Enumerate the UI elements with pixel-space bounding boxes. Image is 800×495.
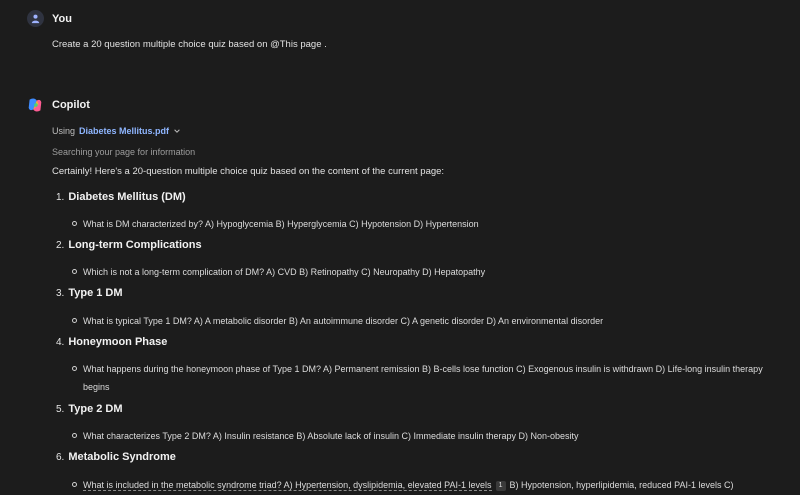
section-number: 3. <box>56 288 65 299</box>
question-text: What is typical Type 1 DM? A) A metaboli… <box>83 316 604 326</box>
question-text: Which is not a long-term complication of… <box>83 267 486 277</box>
section-number: 5. <box>56 404 65 415</box>
question-text: What is included in the metabolic syndro… <box>83 476 764 494</box>
citation-badge[interactable]: 1 <box>495 481 506 491</box>
cited-text[interactable]: What is included in the metabolic syndro… <box>83 480 492 491</box>
quiz-section: 6. Metabolic Syndrome <box>56 451 176 463</box>
bullet-icon <box>72 221 77 226</box>
question-text: What is DM characterized by? A) Hypoglyc… <box>83 219 479 229</box>
response-intro: Certainly! Here's a 20-question multiple… <box>52 166 445 177</box>
bullet-icon <box>72 433 77 438</box>
quiz-question: What is typical Type 1 DM? A) A metaboli… <box>72 312 764 330</box>
bullet-icon <box>72 482 77 487</box>
copilot-logo-icon <box>28 98 42 112</box>
section-title: Type 1 DM <box>68 287 123 299</box>
user-icon <box>31 14 40 24</box>
section-number: 4. <box>56 337 65 348</box>
quiz-section: 5. Type 2 DM <box>56 403 123 415</box>
user-avatar <box>27 10 44 27</box>
section-number: 2. <box>56 240 65 251</box>
section-title: Metabolic Syndrome <box>68 451 176 463</box>
question-text: What characterizes Type 2 DM? A) Insulin… <box>83 431 579 441</box>
quiz-question: What happens during the honeymoon phase … <box>72 360 764 396</box>
question-text: What happens during the honeymoon phase … <box>83 364 763 392</box>
section-title: Diabetes Mellitus (DM) <box>68 191 186 203</box>
source-indicator: Using Diabetes Mellitus.pdf <box>52 126 181 136</box>
searching-status: Searching your page for information <box>52 147 196 157</box>
question-text-continued: B) Hypotension, hyperlipidemia, reduced … <box>509 480 734 490</box>
copilot-name: Copilot <box>52 99 90 111</box>
bullet-icon <box>72 366 77 371</box>
bullet-icon <box>72 269 77 274</box>
bullet-icon <box>72 318 77 323</box>
section-number: 6. <box>56 452 65 463</box>
quiz-section: 3. Type 1 DM <box>56 287 123 299</box>
quiz-section: 1. Diabetes Mellitus (DM) <box>56 191 186 203</box>
section-title: Long-term Complications <box>68 239 202 251</box>
section-number: 1. <box>56 192 65 203</box>
quiz-question: What characterizes Type 2 DM? A) Insulin… <box>72 427 764 445</box>
quiz-question: What is DM characterized by? A) Hypoglyc… <box>72 215 764 233</box>
section-title: Type 2 DM <box>68 403 123 415</box>
quiz-section: 4. Honeymoon Phase <box>56 336 167 348</box>
quiz-question: Which is not a long-term complication of… <box>72 263 764 281</box>
source-file-link[interactable]: Diabetes Mellitus.pdf <box>79 126 169 136</box>
section-title: Honeymoon Phase <box>68 336 168 348</box>
quiz-section: 2. Long-term Complications <box>56 239 202 251</box>
quiz-question: What is included in the metabolic syndro… <box>72 476 764 494</box>
chevron-down-icon[interactable] <box>173 127 181 135</box>
user-message: Create a 20 question multiple choice qui… <box>52 39 327 50</box>
using-label: Using <box>52 126 76 136</box>
user-name: You <box>52 13 72 25</box>
